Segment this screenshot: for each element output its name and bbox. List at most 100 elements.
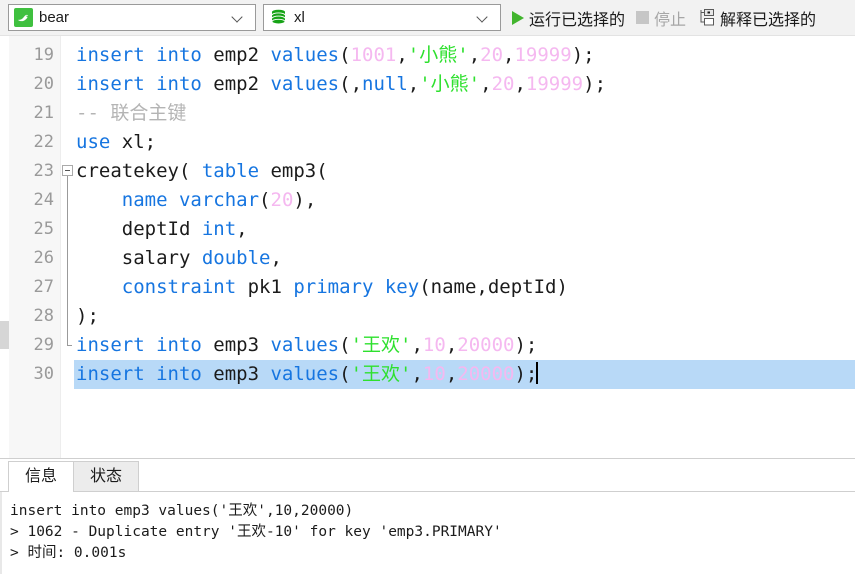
code-token-cmt: -- 联合主键: [76, 102, 187, 124]
connection-dropdown[interactable]: bear: [8, 4, 256, 31]
run-selected-button[interactable]: 运行已选择的: [508, 4, 629, 32]
code-token-kw: int: [201, 218, 237, 240]
mysql-query-editor-window: bear xl 运行已选择的 停止 解释已选择的 19 20 21 22 23 …: [0, 0, 855, 574]
code-token-pln: ,: [411, 363, 423, 385]
code-token-kw: double: [201, 247, 271, 269]
code-content[interactable]: insert into emp2 values(1001,'小熊',20,199…: [74, 36, 855, 458]
line-number-gutter: 19 20 21 22 23 24 25 26 27 28 29 30: [9, 36, 61, 458]
fold-collapse-icon[interactable]: [62, 165, 73, 176]
code-line[interactable]: insert into emp3 values('王欢',10,20000);: [74, 331, 855, 360]
code-token-num: 10: [422, 334, 446, 356]
code-token-pln: (: [259, 189, 271, 211]
result-panel: 信息 状态 insert into emp3 values('王欢',10,200…: [0, 458, 855, 574]
code-line[interactable]: insert into emp2 values(1001,'小熊',20,199…: [74, 41, 855, 70]
code-line[interactable]: deptId int,: [74, 215, 855, 244]
mysql-dolphin-icon: [14, 8, 33, 27]
code-token-pln: (,: [339, 73, 363, 95]
line-number: 29: [33, 335, 54, 355]
code-token-pln: deptId: [76, 218, 202, 240]
fold-guide-line: [67, 176, 68, 186]
line-number: 19: [33, 45, 54, 65]
code-line[interactable]: constraint pk1 primary key(name,deptId): [74, 273, 855, 302]
code-token-pln: ,: [445, 363, 458, 385]
code-token-num: 20: [270, 189, 294, 211]
tab-inactive[interactable]: 状态: [73, 461, 140, 491]
connection-value: bear: [39, 9, 70, 26]
code-token-pln: emp3(: [259, 160, 328, 182]
code-token-kw: table: [201, 160, 260, 182]
code-fold-column[interactable]: [61, 36, 74, 458]
message-line: > 时间: 0.001s: [10, 545, 127, 561]
code-line[interactable]: name varchar(20),: [74, 186, 855, 215]
code-token-kw: name varchar: [121, 189, 260, 211]
code-line[interactable]: createkey( table emp3(: [74, 157, 855, 186]
code-token-pln: ,: [514, 73, 526, 95]
database-dropdown[interactable]: xl: [263, 4, 501, 31]
code-token-kw: null: [362, 73, 408, 95]
code-token-pln: ,: [480, 73, 492, 95]
fold-marker-cell: [61, 186, 74, 215]
fold-marker-cell: [61, 99, 74, 128]
code-token-str: '王欢': [350, 334, 412, 356]
code-token-pln: ,: [236, 218, 248, 240]
code-line[interactable]: salary double,: [74, 244, 855, 273]
code-token-pln: pk1: [236, 276, 294, 298]
code-line[interactable]: insert into emp2 values(,null,'小熊',20,19…: [74, 70, 855, 99]
play-icon: [512, 10, 524, 25]
line-number: 24: [33, 190, 54, 210]
fold-marker-cell[interactable]: [61, 157, 74, 186]
line-number: 27: [33, 277, 54, 297]
fold-marker-cell: [61, 302, 74, 331]
stop-label: 停止: [654, 11, 687, 29]
code-token-pln: emp3: [201, 363, 271, 385]
line-number: 21: [33, 103, 54, 123]
code-token-kw: insert into: [76, 73, 202, 95]
fold-marker-cell: [61, 244, 74, 273]
chevron-down-icon[interactable]: [232, 11, 245, 24]
result-tabbar: 信息 状态: [0, 459, 855, 492]
line-number: 23: [33, 161, 54, 181]
sql-editor[interactable]: 19 20 21 22 23 24 25 26 27 28 29 30 insert into emp…: [0, 36, 855, 458]
code-token-pln: );: [571, 44, 595, 66]
code-token-pln: (: [339, 44, 351, 66]
line-number: 30: [33, 364, 54, 384]
message-output: insert into emp3 values('王欢',10,20000) > …: [0, 492, 855, 574]
editor-vertical-scrollbar[interactable]: [0, 36, 9, 458]
code-token-pln: (name,deptId): [419, 276, 568, 298]
message-line: insert into emp3 values('王欢',10,20000): [10, 503, 354, 519]
explain-selected-button[interactable]: 解释已选择的: [693, 4, 820, 32]
line-number: 26: [33, 248, 54, 268]
code-token-num: 20000: [457, 334, 515, 356]
fold-marker-cell: [61, 331, 74, 360]
code-token-num: 19999: [514, 44, 572, 66]
chevron-down-icon[interactable]: [477, 11, 490, 24]
code-token-kw: values: [270, 363, 340, 385]
fold-marker-cell: [61, 70, 74, 99]
explain-tree-icon: [697, 9, 715, 26]
code-line[interactable]: );: [74, 302, 855, 331]
fold-guide-line: [67, 215, 68, 244]
code-token-pln: [76, 189, 122, 211]
code-token-pln: ,: [407, 73, 420, 95]
code-token-pln: ,: [270, 247, 282, 269]
code-token-pln: emp2: [201, 73, 271, 95]
code-token-pln: [76, 276, 122, 298]
code-token-kw: values: [270, 334, 340, 356]
tab-active[interactable]: 信息: [8, 461, 75, 492]
code-line[interactable]: insert into emp3 values('王欢',10,20000);: [74, 360, 855, 389]
code-token-kw: insert into: [76, 334, 202, 356]
line-number: 28: [33, 306, 54, 326]
stop-square-icon: [636, 11, 650, 24]
code-token-pln: xl;: [110, 131, 157, 153]
code-line[interactable]: use xl;: [74, 128, 855, 157]
code-token-num: 20000: [457, 363, 515, 385]
run-selected-label: 运行已选择的: [529, 11, 626, 29]
scrollbar-thumb[interactable]: [0, 321, 9, 349]
line-number: 22: [33, 132, 54, 152]
fold-marker-cell: [61, 273, 74, 302]
stop-button[interactable]: 停止: [632, 4, 690, 32]
code-line[interactable]: -- 联合主键: [74, 99, 855, 128]
fold-guide-line: [67, 273, 68, 302]
code-token-pln: salary: [76, 247, 202, 269]
code-token-pln: );: [583, 73, 607, 95]
